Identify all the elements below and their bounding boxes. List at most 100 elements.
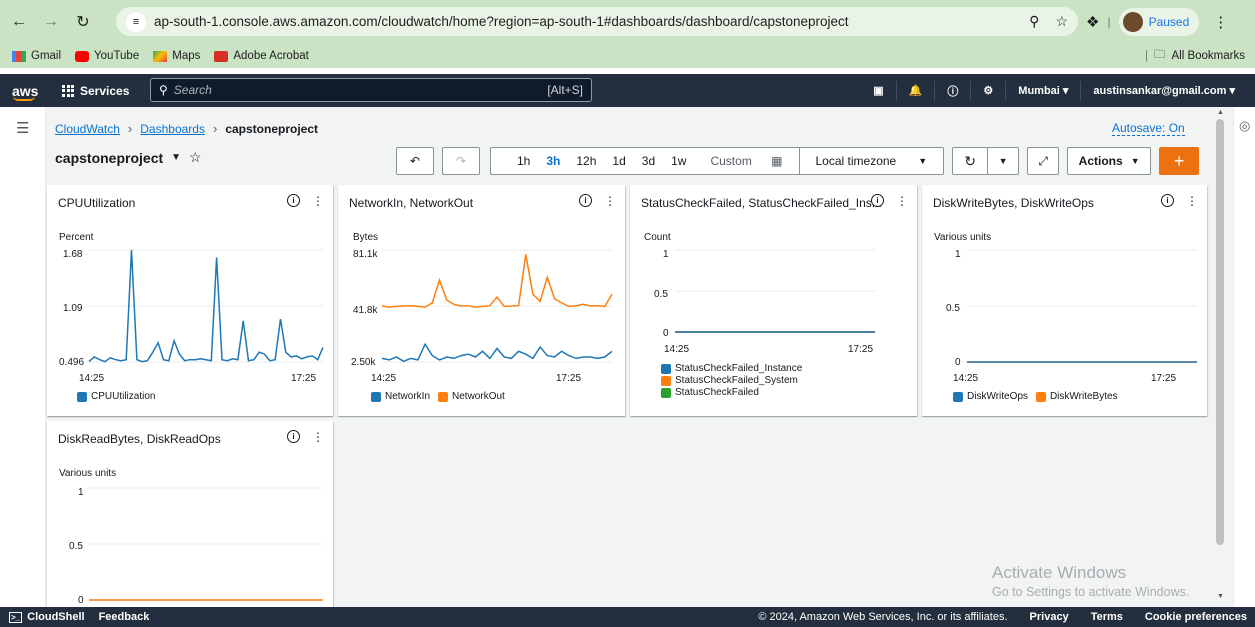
- widget-menu-icon[interactable]: ⋮: [896, 194, 908, 208]
- legend-item[interactable]: NetworkOut: [438, 391, 505, 402]
- range-1w[interactable]: 1w: [663, 154, 694, 168]
- legend-item[interactable]: DiskWriteBytes: [1035, 391, 1118, 402]
- site-info-icon[interactable]: ≡: [126, 11, 146, 32]
- widget-network: NetworkIn, NetworkOut i ⋮ Bytes 81.1k 41.…: [338, 185, 625, 416]
- refresh-button[interactable]: ↻: [952, 147, 989, 175]
- disk-write-chart: [967, 249, 1197, 363]
- undo-button[interactable]: ↶: [396, 147, 434, 175]
- address-bar[interactable]: ≡ ap-south-1.console.aws.amazon.com/clou…: [116, 7, 1078, 36]
- range-3d[interactable]: 3d: [634, 154, 663, 168]
- privacy-link[interactable]: Privacy: [1030, 611, 1069, 623]
- legend-item[interactable]: NetworkIn: [371, 391, 430, 402]
- terms-link[interactable]: Terms: [1091, 611, 1123, 623]
- widget-title: NetworkIn, NetworkOut: [349, 196, 474, 210]
- bookmark-maps[interactable]: Maps: [153, 50, 200, 62]
- y-tick: 1: [955, 249, 961, 260]
- cloudshell-button[interactable]: >_ CloudShell: [9, 611, 85, 623]
- info-icon[interactable]: i: [287, 430, 300, 443]
- y-tick: 0: [78, 595, 84, 606]
- range-3h[interactable]: 3h: [538, 154, 568, 168]
- kebab-menu-icon[interactable]: ⋮: [1213, 13, 1228, 31]
- breadcrumb-dashboards[interactable]: Dashboards: [140, 122, 205, 136]
- timezone-select[interactable]: Local timezone ▼: [798, 148, 944, 174]
- caret-down-icon: ▼: [1130, 156, 1140, 166]
- widget-disk-write: DiskWriteBytes, DiskWriteOps i ⋮ Various …: [922, 185, 1207, 416]
- all-bookmarks[interactable]: | 🗀 All Bookmarks: [1145, 47, 1245, 66]
- cookie-preferences-link[interactable]: Cookie preferences: [1145, 611, 1247, 623]
- page-title: capstoneproject: [55, 149, 164, 166]
- services-menu-button[interactable]: Services: [62, 84, 129, 98]
- widget-menu-icon[interactable]: ⋮: [1186, 194, 1198, 208]
- feedback-link[interactable]: Feedback: [99, 611, 150, 623]
- search-shortcut: [Alt+S]: [547, 83, 583, 97]
- range-12h[interactable]: 12h: [568, 154, 604, 168]
- extensions-icon[interactable]: ❖: [1086, 13, 1099, 31]
- side-navigation: ☰: [0, 107, 46, 607]
- gear-icon[interactable]: ⚙: [970, 80, 1005, 101]
- add-widget-button[interactable]: +: [1159, 147, 1200, 175]
- profile-button[interactable]: Paused: [1118, 8, 1200, 36]
- scroll-down-icon[interactable]: ▼: [1217, 593, 1224, 600]
- info-icon[interactable]: i: [287, 194, 300, 207]
- account-menu[interactable]: austinsankar@gmail.com ▾: [1080, 80, 1247, 101]
- widget-menu-icon[interactable]: ⋮: [312, 194, 324, 208]
- zoom-icon[interactable]: ⚲: [1029, 13, 1039, 30]
- search-input[interactable]: ⚲ Search [Alt+S]: [150, 78, 592, 102]
- range-1d[interactable]: 1d: [604, 154, 633, 168]
- autosave-toggle[interactable]: Autosave: On: [1112, 121, 1185, 136]
- hamburger-menu-icon[interactable]: ☰: [16, 119, 29, 137]
- scrollbar-thumb[interactable]: [1216, 119, 1224, 545]
- y-tick: 0.496: [59, 357, 85, 368]
- console-page: ☰ CloudWatch › Dashboards › capstoneproj…: [0, 107, 1255, 607]
- chevron-right-icon: ›: [212, 121, 218, 136]
- widget-menu-icon[interactable]: ⋮: [604, 194, 616, 208]
- tools-panel-icon[interactable]: ◎: [1239, 118, 1250, 134]
- actions-dropdown[interactable]: Actions ▼: [1067, 147, 1152, 175]
- favorite-star-icon[interactable]: ☆: [189, 149, 202, 166]
- redo-button[interactable]: ↷: [442, 147, 480, 175]
- bookmark-adobe-acrobat[interactable]: Adobe Acrobat: [214, 50, 309, 62]
- x-tick: 14:25: [371, 373, 397, 384]
- legend-item[interactable]: StatusCheckFailed: [661, 387, 802, 398]
- region-selector[interactable]: Mumbai ▾: [1005, 80, 1080, 101]
- legend-item[interactable]: StatusCheckFailed_System: [661, 375, 802, 386]
- scrollbar[interactable]: ▲ ▼: [1213, 107, 1227, 607]
- widget-title: DiskWriteBytes, DiskWriteOps: [933, 196, 1094, 210]
- aws-logo[interactable]: aws: [12, 83, 40, 101]
- bookmark-star-icon[interactable]: ☆: [1055, 13, 1068, 30]
- info-icon[interactable]: i: [1161, 194, 1174, 207]
- legend-item[interactable]: DiskWriteOps: [953, 391, 1028, 402]
- range-custom[interactable]: Custom ▦: [694, 154, 798, 168]
- legend-item[interactable]: CPUUtilization: [77, 391, 155, 402]
- bookmark-gmail[interactable]: Gmail: [12, 50, 61, 62]
- y-tick: 0.5: [69, 541, 83, 552]
- x-tick: 14:25: [664, 344, 690, 355]
- reload-icon[interactable]: ↻: [70, 9, 96, 35]
- url-text: ap-south-1.console.aws.amazon.com/cloudw…: [154, 14, 849, 29]
- bell-icon[interactable]: 🔔: [895, 80, 935, 101]
- scroll-up-icon[interactable]: ▲: [1217, 109, 1224, 116]
- disk-read-chart: [89, 487, 323, 601]
- breadcrumb-cloudwatch[interactable]: CloudWatch: [55, 122, 120, 136]
- aws-smile-icon: [13, 96, 35, 101]
- help-icon[interactable]: ⓘ: [934, 80, 970, 101]
- chart-legend: CPUUtilization: [77, 391, 155, 402]
- refresh-interval-dropdown[interactable]: ▼: [987, 147, 1020, 175]
- info-icon[interactable]: i: [579, 194, 592, 207]
- forward-icon[interactable]: →: [38, 9, 64, 35]
- terminal-icon: >_: [9, 611, 23, 623]
- info-icon[interactable]: i: [871, 194, 884, 207]
- divider: |: [1107, 15, 1111, 29]
- bookmark-youtube[interactable]: YouTube: [75, 50, 139, 62]
- widget-menu-icon[interactable]: ⋮: [312, 430, 324, 444]
- chevron-right-icon: ›: [127, 121, 133, 136]
- fullscreen-button[interactable]: ⤢: [1027, 147, 1060, 175]
- network-chart: [381, 249, 613, 363]
- legend-swatch: [1035, 391, 1046, 402]
- avatar: [1122, 12, 1143, 32]
- back-icon[interactable]: ←: [6, 9, 32, 35]
- cloudshell-icon[interactable]: ▣: [861, 81, 895, 101]
- range-1h[interactable]: 1h: [491, 154, 538, 168]
- legend-item[interactable]: StatusCheckFailed_Instance: [661, 363, 802, 374]
- dashboard-dropdown-icon[interactable]: ▼: [171, 152, 181, 163]
